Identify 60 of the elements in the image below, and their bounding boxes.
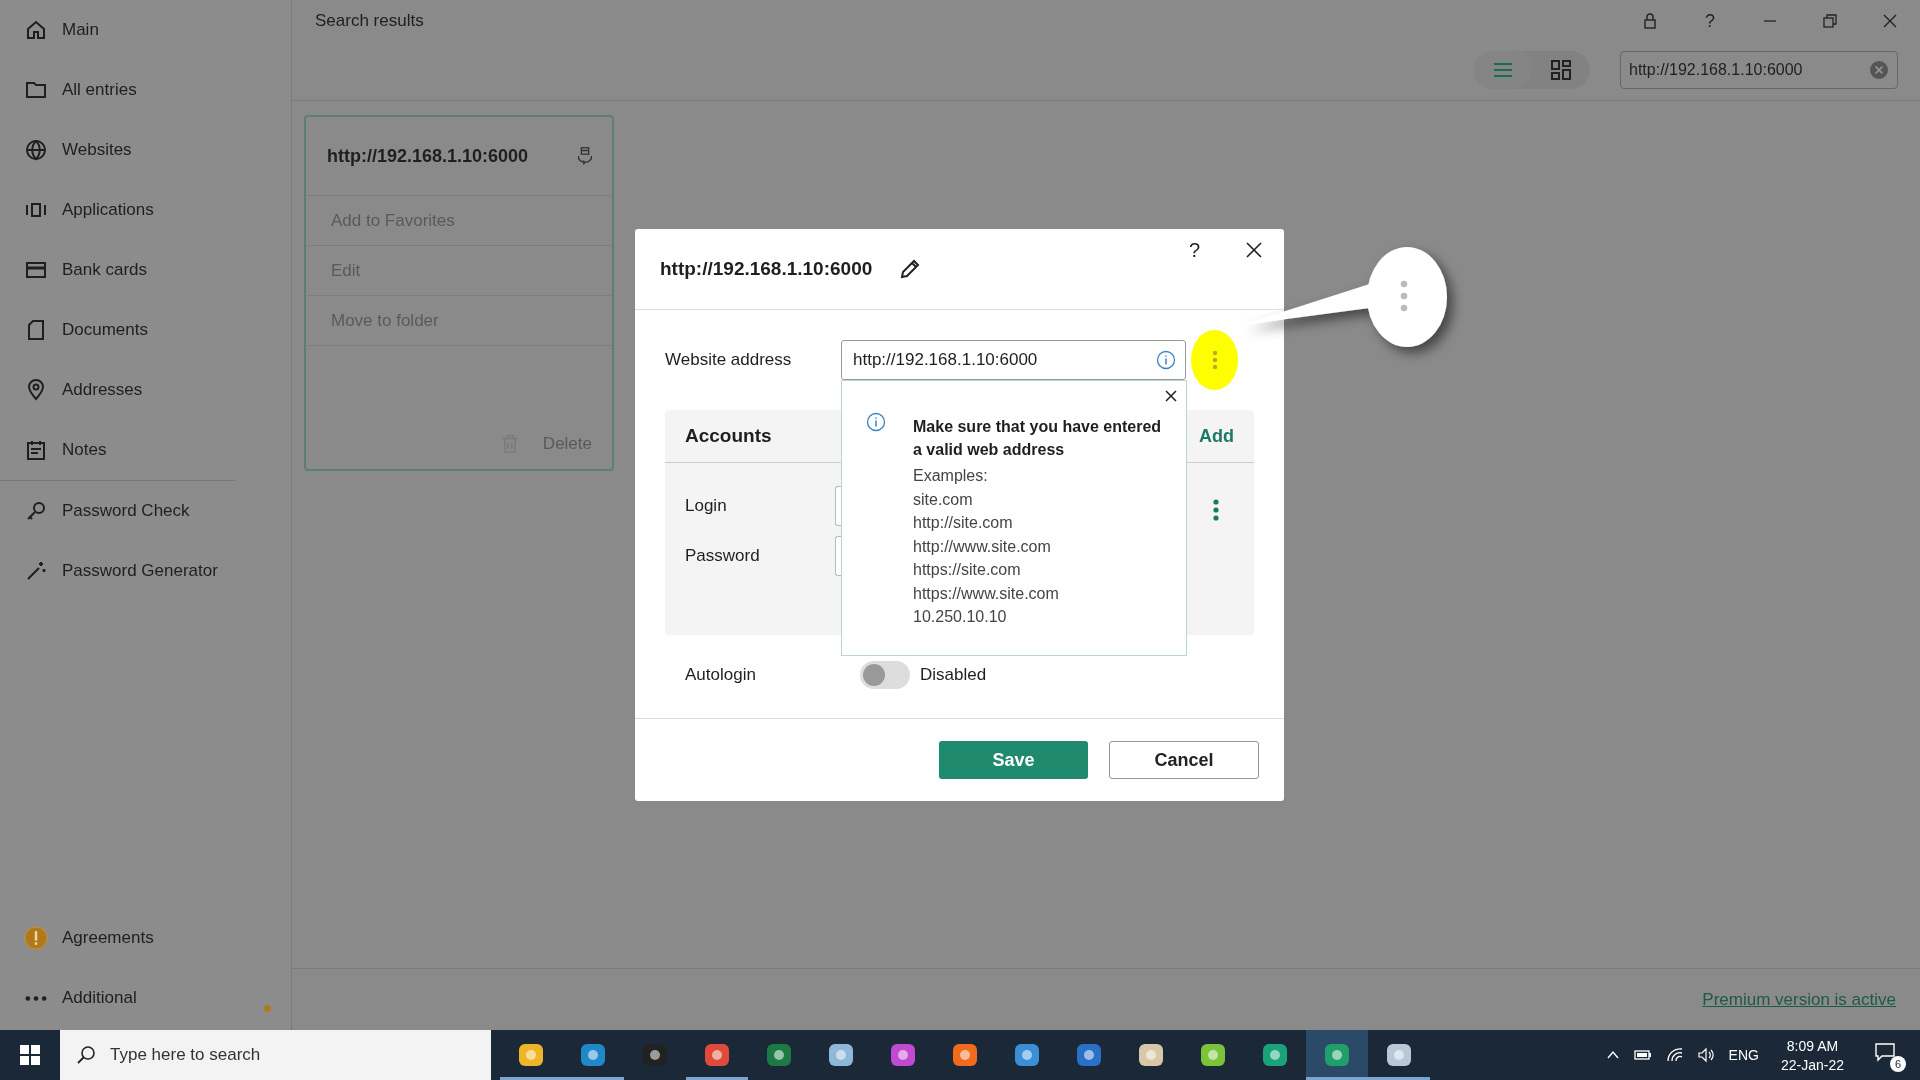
sidebar-item[interactable]: Bank cards: [0, 240, 291, 300]
notes-icon: [24, 438, 48, 462]
clock-date[interactable]: 22-Jan-22: [1780, 1056, 1844, 1073]
toggle-state: Disabled: [920, 665, 987, 685]
info-icon[interactable]: [1156, 350, 1176, 370]
sidebar-item[interactable]: Agreements: [0, 908, 291, 968]
tooltip-text: 10.250.10.10: [913, 607, 1008, 627]
language-indicator[interactable]: ENG: [1728, 1047, 1759, 1063]
help-button[interactable]: ?: [1189, 239, 1201, 262]
clear-icon[interactable]: [1869, 60, 1889, 80]
warning-icon: [24, 926, 48, 950]
tooltip-text: site.com: [913, 489, 974, 510]
add-link[interactable]: Add: [1199, 425, 1234, 447]
close-icon[interactable]: [1244, 240, 1264, 260]
sidebar-item[interactable]: Additional: [0, 968, 291, 1028]
notification-icon[interactable]: [1874, 1042, 1896, 1062]
tooltip-text: https://site.com: [913, 560, 1022, 580]
tooltip-text: https://www.site.com: [913, 583, 1060, 604]
website-address-field[interactable]: http://192.168.1.10:6000: [841, 340, 1186, 380]
tooltip-text: Examples:: [913, 466, 989, 486]
field-label: Autologin: [685, 665, 757, 685]
taskbar-search-field[interactable]: Type here to search: [60, 1030, 491, 1080]
close-icon[interactable]: [1164, 389, 1178, 403]
notice-dot: [264, 1005, 271, 1012]
page-title: Search results: [315, 11, 424, 31]
more-icon: [24, 994, 48, 1002]
sidebar-item[interactable]: Password Generator: [0, 541, 291, 601]
tooltip-text: http://www.site.com: [913, 536, 1052, 557]
sidebar-item[interactable]: All entries: [0, 60, 291, 120]
sidebar-item[interactable]: Main: [0, 0, 291, 60]
notification-count: 6: [1890, 1056, 1906, 1072]
more-vertical-icon[interactable]: [1213, 499, 1219, 521]
entry-title: http://192.168.1.10:6000: [327, 145, 529, 167]
sidebar-item[interactable]: Websites: [0, 120, 291, 180]
search-field[interactable]: http://192.168.1.10:6000: [1620, 51, 1898, 89]
search-icon: [76, 1045, 96, 1065]
sidebar-item[interactable]: Applications: [0, 180, 291, 240]
field-label: Website address: [665, 350, 793, 370]
clock-time[interactable]: 8:09 AM: [1786, 1037, 1839, 1054]
help-button[interactable]: ?: [1680, 11, 1740, 31]
cancel-button[interactable]: Cancel: [1109, 741, 1259, 779]
sidebar-item[interactable]: Addresses: [0, 360, 291, 420]
battery-icon[interactable]: [1632, 1047, 1653, 1063]
home-icon: [24, 18, 48, 42]
globe-icon: [24, 138, 48, 162]
wifi-icon[interactable]: [1664, 1047, 1685, 1063]
tooltip-text: http://site.com: [913, 513, 1014, 533]
autologin-toggle[interactable]: [860, 661, 910, 689]
dialog-title: http://192.168.1.10:6000: [660, 258, 873, 280]
sidebar-item[interactable]: Password Check: [0, 481, 291, 541]
save-button[interactable]: Save: [939, 741, 1088, 779]
field-label: Password: [685, 546, 761, 566]
section-title: Accounts: [685, 425, 772, 447]
speaker-icon[interactable]: [1696, 1047, 1717, 1063]
sidebar-item[interactable]: Documents: [0, 300, 291, 360]
sidebar-item[interactable]: Notes: [0, 420, 291, 480]
field-label: Login: [685, 496, 728, 516]
tooltip-heading: Make sure that you have entered a valid web address: [913, 417, 1163, 460]
grid-icon: [1549, 58, 1573, 82]
info-icon: [866, 412, 886, 432]
